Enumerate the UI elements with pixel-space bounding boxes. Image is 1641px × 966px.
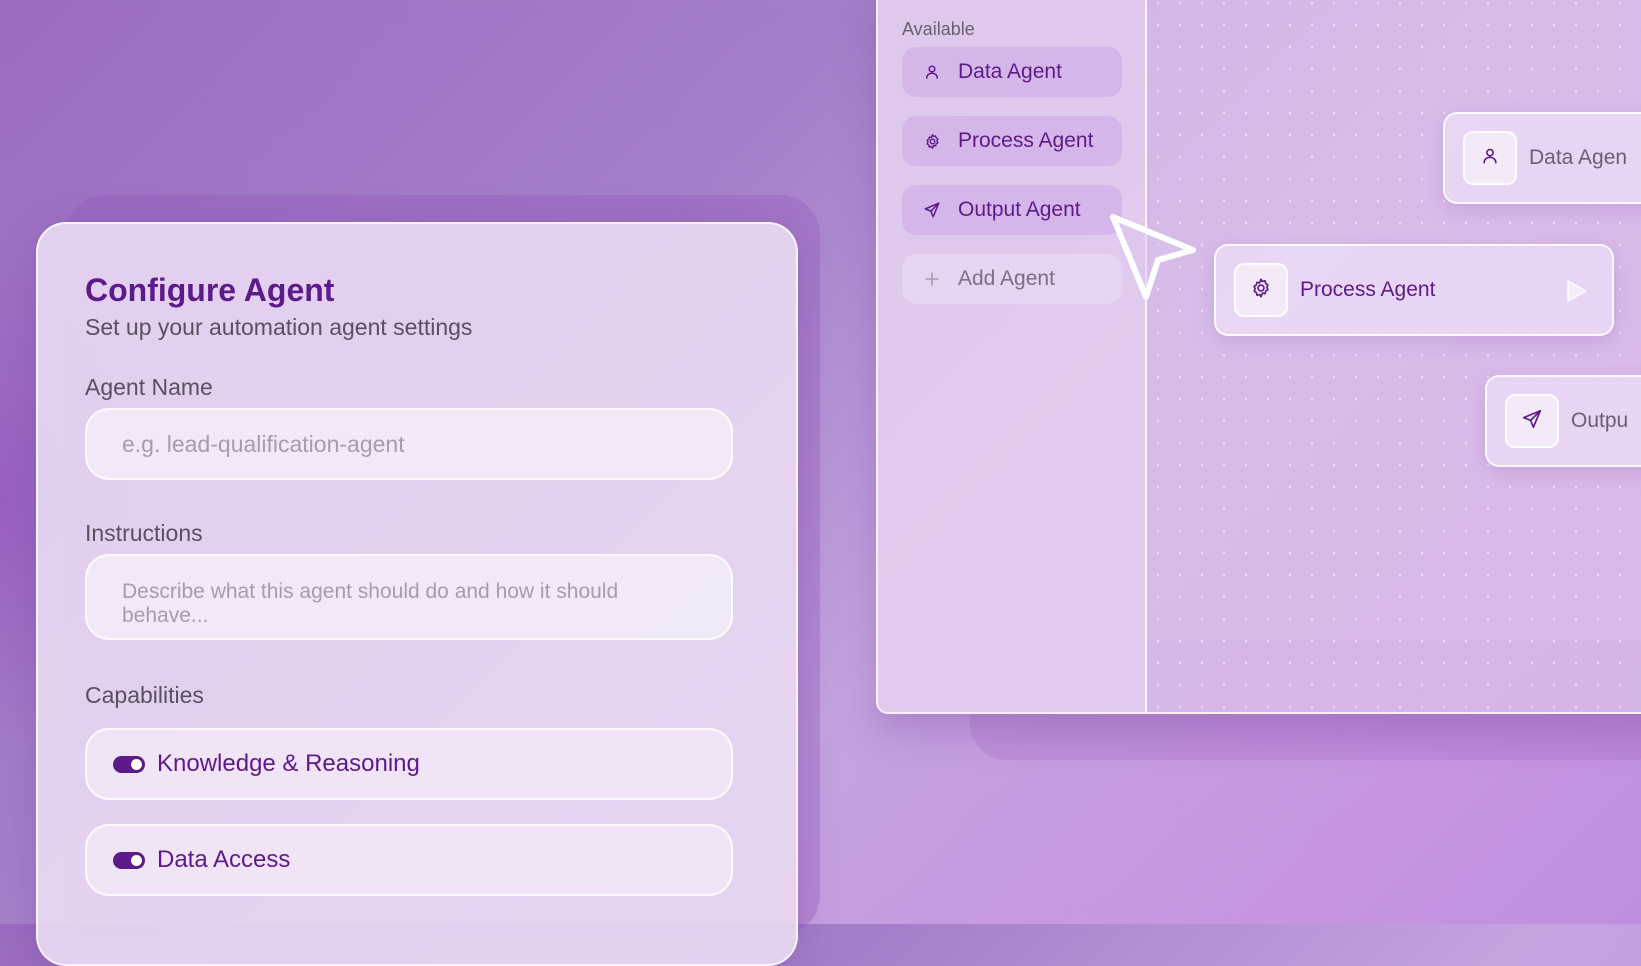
canvas-node-data-agent[interactable]: Data Agen [1443, 112, 1641, 204]
play-icon[interactable] [1566, 279, 1588, 308]
capability-label: Data Access [157, 846, 291, 873]
card-title: Configure Agent [85, 272, 335, 308]
plus-icon [922, 269, 942, 289]
node-label: Outpu [1571, 409, 1629, 432]
agent-name-label: Agent Name [85, 374, 213, 400]
workflow-window: Available Data Agent Process Agent Outpu… [876, 0, 1641, 714]
node-icon-box [1505, 394, 1559, 448]
knowledge-reasoning-toggle[interactable] [113, 755, 145, 773]
sidebar-item-label: Add Agent [958, 267, 1055, 290]
sidebar-item-label: Data Agent [958, 60, 1062, 83]
capabilities-label: Capabilities [85, 682, 204, 708]
card-subtitle: Set up your automation agent settings [85, 314, 473, 340]
node-icon-box [1463, 131, 1517, 185]
instructions-label: Instructions [85, 520, 203, 546]
user-icon [922, 62, 942, 82]
workflow-canvas[interactable]: Data Agen Process Agent Outpu [1147, 0, 1641, 712]
capability-data-access[interactable]: Data Access [85, 824, 733, 896]
canvas-node-output-agent[interactable]: Outpu [1485, 375, 1641, 467]
node-label: Data Agen [1529, 146, 1628, 169]
node-icon-box [1234, 263, 1288, 317]
send-icon [1521, 408, 1543, 435]
data-access-toggle[interactable] [113, 851, 145, 869]
agent-name-input[interactable] [85, 408, 733, 480]
sidebar-heading: Available [902, 19, 975, 39]
sidebar-item-data-agent[interactable]: Data Agent [902, 47, 1122, 97]
canvas-node-process-agent[interactable]: Process Agent [1214, 244, 1614, 336]
capability-knowledge-reasoning[interactable]: Knowledge & Reasoning [85, 728, 733, 800]
agent-sidebar: Available Data Agent Process Agent Outpu… [878, 0, 1147, 712]
mouse-cursor-icon [1108, 212, 1198, 307]
user-icon [1481, 147, 1499, 170]
instructions-textarea[interactable] [85, 554, 733, 640]
node-label: Process Agent [1300, 278, 1436, 301]
sidebar-item-output-agent[interactable]: Output Agent [902, 185, 1122, 235]
capability-label: Knowledge & Reasoning [157, 750, 420, 777]
gear-icon [922, 131, 942, 151]
sidebar-item-process-agent[interactable]: Process Agent [902, 116, 1122, 166]
send-icon [922, 200, 942, 220]
configure-agent-card: Configure Agent Set up your automation a… [36, 222, 798, 966]
sidebar-add-agent-button[interactable]: Add Agent [902, 254, 1122, 304]
gear-icon [1250, 277, 1272, 304]
sidebar-item-label: Process Agent [958, 129, 1094, 152]
sidebar-item-label: Output Agent [958, 198, 1081, 221]
